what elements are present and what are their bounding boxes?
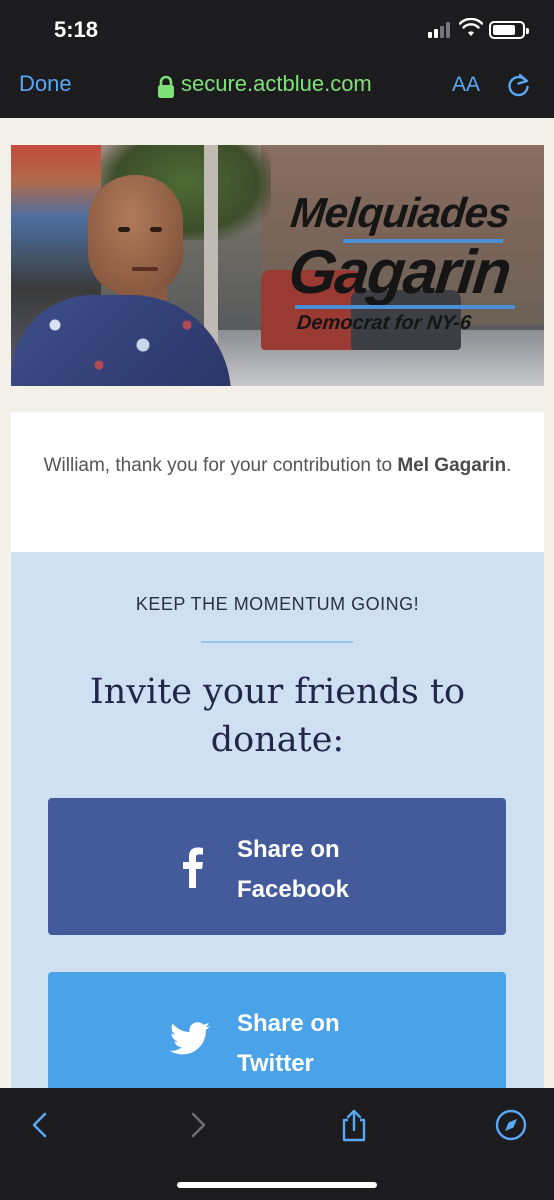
lock-icon — [158, 75, 174, 98]
reload-icon[interactable] — [506, 72, 532, 98]
twitter-icon — [170, 1022, 210, 1055]
cellular-signal-icon — [428, 22, 454, 38]
campaign-banner: Melquiades Gagarin Democrat for NY-6 — [11, 145, 544, 386]
home-indicator — [177, 1182, 377, 1188]
url-field[interactable]: secure.actblue.com — [181, 71, 372, 97]
share-twitter-label: Share on Twitter — [237, 1010, 340, 1077]
thank-you-panel: William, thank you for your contribution… — [11, 412, 544, 552]
thank-you-prefix: William, thank you for your contribution… — [43, 455, 398, 476]
thank-you-message: William, thank you for your contribution… — [41, 451, 514, 481]
status-bar: 5:18 — [0, 0, 554, 58]
browser-nav-bar: Done secure.actblue.com AA — [0, 58, 554, 118]
logo-last-name: Gagarin — [285, 238, 513, 307]
share-panel: KEEP THE MOMENTUM GOING! Invite your fri… — [11, 552, 544, 1109]
back-icon[interactable] — [24, 1108, 58, 1142]
candidate-photo — [88, 175, 183, 295]
recipient-name: Mel Gagarin — [397, 455, 507, 476]
page-content: Melquiades Gagarin Democrat for NY-6 Wil… — [0, 118, 554, 1109]
done-button[interactable]: Done — [19, 71, 72, 97]
share-kicker: KEEP THE MOMENTUM GOING! — [135, 594, 420, 614]
logo-first-name: Melquiades — [288, 189, 513, 236]
thank-you-suffix: . — [506, 455, 512, 476]
facebook-icon — [183, 847, 203, 888]
logo-tagline: Democrat for NY-6 — [295, 312, 473, 334]
browser-toolbar — [0, 1088, 554, 1200]
campaign-logo: Melquiades Gagarin Democrat for NY-6 — [285, 189, 540, 349]
share-facebook-button[interactable]: Share on Facebook — [48, 798, 506, 935]
share-facebook-label: Share on Facebook — [237, 836, 350, 903]
compass-icon[interactable] — [494, 1108, 528, 1142]
text-size-label: AA — [452, 73, 481, 96]
wifi-icon — [459, 18, 483, 36]
share-heading: Invite your friends to donate: — [89, 672, 466, 760]
status-time: 5:18 — [54, 17, 99, 42]
forward-icon[interactable] — [180, 1108, 214, 1142]
text-size-button[interactable]: AA — [452, 73, 480, 97]
share-icon[interactable] — [337, 1108, 371, 1142]
divider — [201, 641, 353, 643]
battery-icon — [489, 21, 529, 39]
